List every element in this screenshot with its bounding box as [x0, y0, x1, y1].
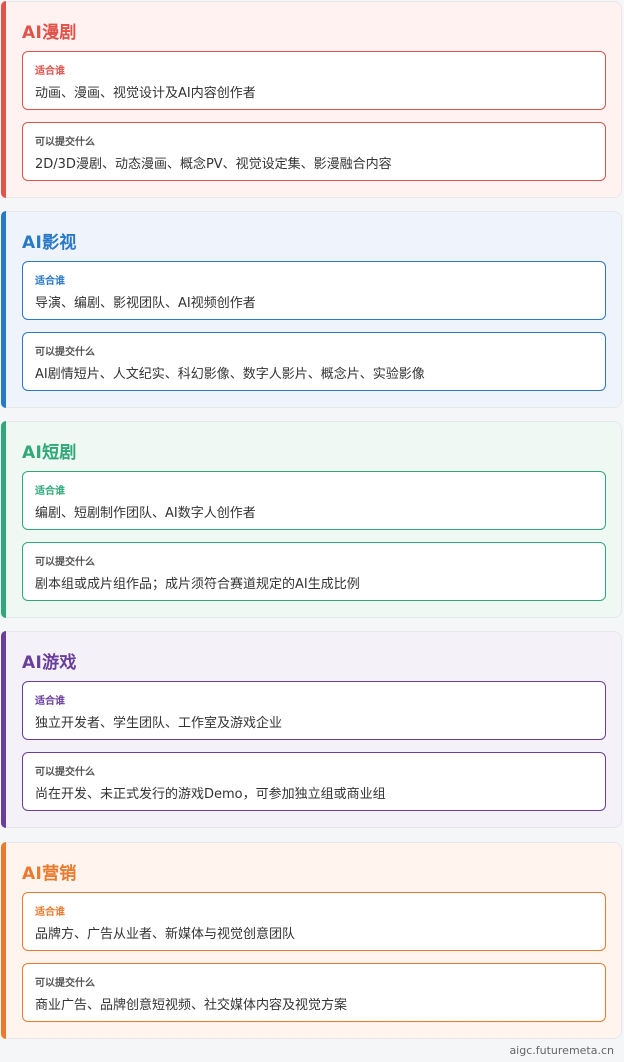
accent-stripe: [1, 421, 6, 618]
track-card-ai-marketing: AI营销 适合谁 品牌方、广告从业者、新媒体与视觉创意团队 可以提交什么 商业广…: [1, 842, 622, 1039]
suitable-text: 编剧、短剧制作团队、AI数字人创作者: [35, 506, 256, 521]
submit-label: 可以提交什么: [35, 767, 95, 778]
submit-box: 可以提交什么 尚在开发、未正式发行的游戏Demo，可参加独立组或商业组: [22, 752, 606, 811]
submit-box: 可以提交什么 AI剧情短片、人文纪实、科幻影像、数字人影片、概念片、实验影像: [22, 332, 606, 391]
suitable-box: 适合谁 动画、漫画、视觉设计及AI内容创作者: [22, 51, 606, 110]
track-title: AI影视: [22, 233, 77, 253]
track-title: AI营销: [22, 864, 77, 884]
track-card-ai-comic: AI漫剧 适合谁 动画、漫画、视觉设计及AI内容创作者 可以提交什么 2D/3D…: [1, 1, 622, 198]
track-card-ai-game: AI游戏 适合谁 独立开发者、学生团队、工作室及游戏企业 可以提交什么 尚在开发…: [1, 631, 622, 828]
submit-text: AI剧情短片、人文纪实、科幻影像、数字人影片、概念片、实验影像: [35, 367, 425, 382]
track-card-ai-short-drama: AI短剧 适合谁 编剧、短剧制作团队、AI数字人创作者 可以提交什么 剧本组或成…: [1, 421, 622, 618]
submit-box: 可以提交什么 剧本组或成片组作品；成片须符合赛道规定的AI生成比例: [22, 542, 606, 601]
suitable-label: 适合谁: [35, 696, 65, 707]
submit-text: 尚在开发、未正式发行的游戏Demo，可参加独立组或商业组: [35, 787, 386, 802]
site-domain: aigc.futuremeta.cn: [509, 1044, 614, 1057]
submit-box: 可以提交什么 2D/3D漫剧、动态漫画、概念PV、视觉设定集、影漫融合内容: [22, 122, 606, 181]
track-card-ai-film: AI影视 适合谁 导演、编剧、影视团队、AI视频创作者 可以提交什么 AI剧情短…: [1, 211, 622, 408]
submit-label: 可以提交什么: [35, 137, 95, 148]
submit-text: 2D/3D漫剧、动态漫画、概念PV、视觉设定集、影漫融合内容: [35, 157, 392, 172]
suitable-box: 适合谁 品牌方、广告从业者、新媒体与视觉创意团队: [22, 892, 606, 951]
suitable-label: 适合谁: [35, 276, 65, 287]
track-title: AI短剧: [22, 443, 77, 463]
suitable-label: 适合谁: [35, 66, 65, 77]
submit-text: 商业广告、品牌创意短视频、社交媒体内容及视觉方案: [35, 998, 348, 1013]
accent-stripe: [1, 1, 6, 198]
suitable-text: 动画、漫画、视觉设计及AI内容创作者: [35, 86, 256, 101]
accent-stripe: [1, 211, 6, 408]
accent-stripe: [1, 842, 6, 1039]
suitable-text: 品牌方、广告从业者、新媒体与视觉创意团队: [35, 927, 296, 942]
suitable-box: 适合谁 编剧、短剧制作团队、AI数字人创作者: [22, 471, 606, 530]
track-title: AI漫剧: [22, 23, 77, 43]
suitable-label: 适合谁: [35, 486, 65, 497]
submit-label: 可以提交什么: [35, 978, 95, 989]
submit-box: 可以提交什么 商业广告、品牌创意短视频、社交媒体内容及视觉方案: [22, 963, 606, 1022]
submit-label: 可以提交什么: [35, 557, 95, 568]
submit-label: 可以提交什么: [35, 347, 95, 358]
suitable-label: 适合谁: [35, 907, 65, 918]
track-title: AI游戏: [22, 653, 77, 673]
accent-stripe: [1, 631, 6, 828]
submit-text: 剧本组或成片组作品；成片须符合赛道规定的AI生成比例: [35, 577, 360, 592]
suitable-text: 独立开发者、学生团队、工作室及游戏企业: [35, 716, 283, 731]
suitable-text: 导演、编剧、影视团队、AI视频创作者: [35, 296, 256, 311]
suitable-box: 适合谁 独立开发者、学生团队、工作室及游戏企业: [22, 681, 606, 740]
suitable-box: 适合谁 导演、编剧、影视团队、AI视频创作者: [22, 261, 606, 320]
